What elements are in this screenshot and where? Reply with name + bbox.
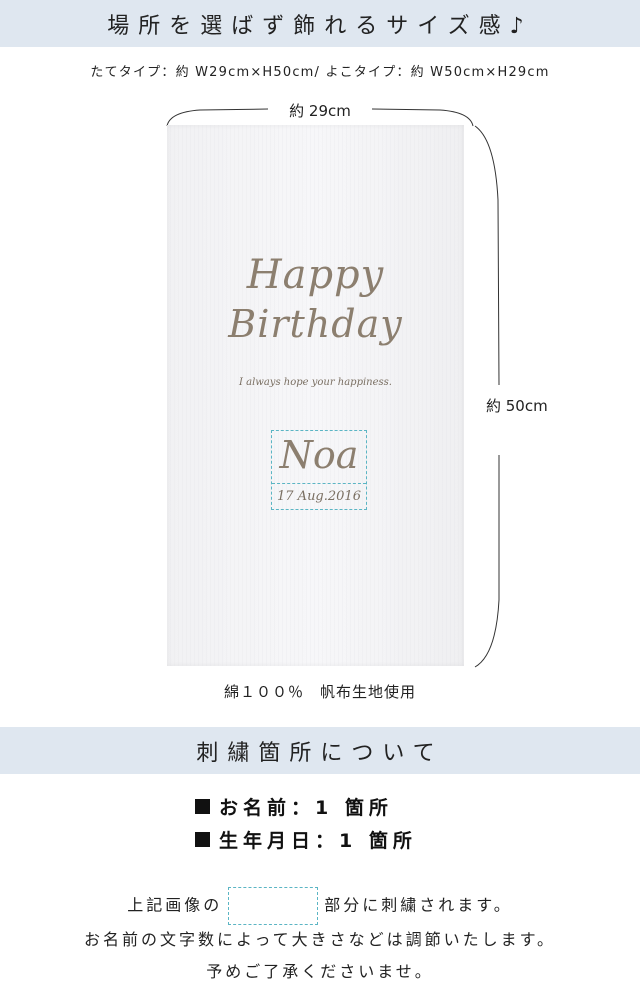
note-text: 上記画像の: [127, 895, 223, 915]
embroidery-divider: [272, 483, 366, 484]
height-dimension-label: 約 50cm: [486, 393, 548, 418]
banner-text-birthday: Birthday: [228, 302, 403, 346]
dashed-box-sample: [228, 887, 319, 925]
banner-date: 17 Aug.2016: [277, 489, 361, 504]
embroidery-area-box: Noa 17 Aug.2016: [271, 430, 367, 510]
note-text: 部分に刺繍されます。: [324, 895, 513, 915]
width-dimension-label: 約 29cm: [270, 100, 370, 121]
note-line-3: 予めご了承くださいませ。: [206, 962, 434, 981]
section-title-embroidery: 刺繍箇所について: [196, 740, 444, 766]
fabric-texture: [167, 125, 464, 666]
note-line-2: お名前の文字数によって大きさなどは調節いたします。: [83, 930, 557, 949]
size-spec-text: たてタイプ：約 W29cm×H50cm/ よこタイプ：約 W50cm×H29cm: [90, 65, 550, 80]
embroidery-list: お名前：1 箇所 生年月日：1 箇所: [195, 790, 417, 856]
list-item: 生年月日：1 箇所: [195, 823, 417, 856]
square-bullet-icon: [195, 832, 210, 847]
section-title-size: 場所を選ばず飾れるサイズ感♪: [107, 13, 533, 39]
list-item-label: お名前：1 箇所: [219, 797, 393, 819]
note-line-1: 上記画像の 部分に刺繍されます。: [0, 887, 640, 925]
header-band-embroidery: 刺繍箇所について: [0, 727, 640, 774]
material-text: 綿１００％ 帆布生地使用: [223, 683, 416, 701]
banner-text-happy: Happy: [246, 252, 385, 298]
banner-name: Noa: [279, 433, 359, 477]
square-bullet-icon: [195, 799, 210, 814]
list-item: お名前：1 箇所: [195, 790, 417, 823]
list-item-label: 生年月日：1 箇所: [219, 830, 417, 852]
header-band-size: 場所を選ばず飾れるサイズ感♪: [0, 0, 640, 47]
banner-motto: I always hope your happiness.: [238, 377, 392, 388]
banner-product-image: Happy Birthday I always hope your happin…: [167, 125, 464, 666]
